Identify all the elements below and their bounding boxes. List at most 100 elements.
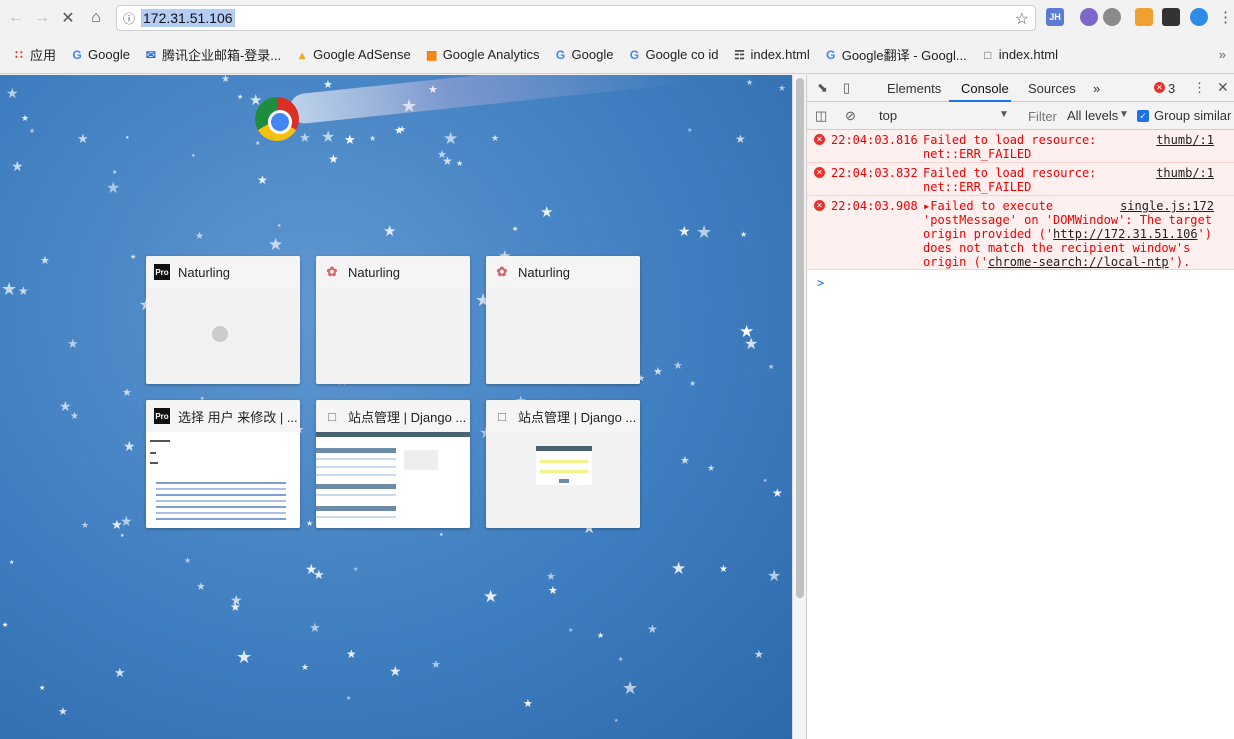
most-visited-tile[interactable]: □ 站点管理 | Django ... bbox=[486, 400, 640, 528]
error-icon: ✕ bbox=[814, 134, 825, 145]
star-decoration: ★ bbox=[323, 79, 333, 91]
extension-icon-react[interactable] bbox=[1103, 8, 1121, 26]
star-decoration: ★ bbox=[719, 564, 728, 575]
menu-kebab-icon[interactable]: ⋮ bbox=[1218, 8, 1233, 26]
loading-dot bbox=[212, 326, 228, 342]
most-visited-tile[interactable]: Pro 选择 用户 来修改 | ... bbox=[146, 400, 300, 528]
qr-code-icon[interactable] bbox=[1162, 8, 1180, 26]
console-error-message[interactable]: ✕ 22:04:03.908 ▸Failed to execute 'postM… bbox=[807, 196, 1234, 270]
star-decoration: ★ bbox=[112, 170, 118, 176]
tab-console[interactable]: Console bbox=[961, 81, 1009, 96]
back-icon[interactable]: ← bbox=[4, 6, 28, 30]
star-decoration: ★ bbox=[540, 204, 554, 221]
tile-title: 站点管理 | Django ... bbox=[348, 409, 467, 425]
star-decoration: ★ bbox=[346, 647, 357, 661]
console-error-message[interactable]: ✕ 22:04:03.816 Failed to load resource: … bbox=[807, 130, 1234, 163]
bookmark-google[interactable]: G Google bbox=[70, 47, 130, 62]
log-levels-dropdown[interactable]: All levels bbox=[1067, 108, 1118, 123]
sidebar-toggle-icon[interactable]: ◫ bbox=[815, 108, 827, 124]
origin-link[interactable]: http://172.31.51.106 bbox=[1053, 227, 1198, 241]
star-decoration: ★ bbox=[671, 559, 687, 578]
url-text[interactable]: 172.31.51.106 bbox=[141, 9, 235, 27]
star-decoration: ★ bbox=[740, 230, 748, 239]
chevron-down-icon[interactable]: ▼ bbox=[999, 109, 1009, 120]
home-icon[interactable]: ⌂ bbox=[84, 6, 108, 30]
rose-icon: ✿ bbox=[326, 264, 338, 279]
console-error-message[interactable]: ✕ 22:04:03.832 Failed to load resource: … bbox=[807, 163, 1234, 196]
star-decoration: ★ bbox=[21, 113, 30, 123]
bookmark-index-html[interactable]: ☶ index.html bbox=[732, 47, 810, 62]
star-decoration: ★ bbox=[483, 587, 499, 606]
error-icon: ✕ bbox=[814, 200, 825, 211]
star-decoration: ★ bbox=[369, 134, 377, 143]
star-decoration: ★ bbox=[439, 532, 444, 538]
star-decoration: ★ bbox=[772, 486, 783, 500]
bookmark-tencent-mail[interactable]: ✉ 腾讯企业邮箱-登录... bbox=[144, 45, 281, 64]
extension-icon-purple[interactable] bbox=[1080, 8, 1098, 26]
chevron-down-icon[interactable]: ▼ bbox=[1119, 109, 1129, 120]
extension-icon-blue[interactable] bbox=[1190, 8, 1208, 26]
star-decoration: ★ bbox=[442, 154, 453, 168]
bookmark-apps[interactable]: ∷ 应用 bbox=[12, 45, 56, 64]
more-tabs-icon[interactable]: » bbox=[1093, 81, 1100, 96]
star-decoration: ★ bbox=[696, 222, 713, 242]
message-source-link[interactable]: single.js:172 bbox=[1120, 199, 1214, 213]
star-decoration: ★ bbox=[443, 129, 459, 148]
tile-header: Pro Naturling bbox=[146, 256, 300, 288]
star-decoration: ★ bbox=[184, 556, 192, 565]
bookmark-index-html-2[interactable]: □ index.html bbox=[981, 47, 1058, 62]
inspect-element-icon[interactable]: ⬊ bbox=[817, 80, 828, 96]
clear-console-icon[interactable]: ⊘ bbox=[845, 108, 856, 124]
bookmark-analytics[interactable]: ▩ Google Analytics bbox=[425, 47, 540, 62]
page-scrollbar[interactable] bbox=[792, 75, 806, 739]
tile-header: ✿ Naturling bbox=[486, 256, 640, 288]
scrollbar-thumb[interactable] bbox=[796, 78, 804, 598]
context-selector[interactable]: top bbox=[879, 108, 897, 123]
bookmarks-bar: ∷ 应用 G Google ✉ 腾讯企业邮箱-登录... ▴ Google AdSens… bbox=[0, 36, 1234, 74]
extension-icon-orange[interactable] bbox=[1135, 8, 1153, 26]
bookmark-star-icon[interactable]: ☆ bbox=[1015, 9, 1029, 29]
most-visited-tile[interactable]: Pro Naturling bbox=[146, 256, 300, 384]
message-source-link[interactable]: thumb/:1 bbox=[1156, 133, 1214, 147]
adsense-icon: ▴ bbox=[299, 47, 306, 62]
pro-favicon-icon: Pro bbox=[154, 408, 170, 424]
message-time: 22:04:03.816 bbox=[831, 133, 918, 147]
bookmark-adsense[interactable]: ▴ Google AdSense bbox=[295, 47, 411, 62]
group-similar-checkbox[interactable]: ✓ bbox=[1137, 110, 1149, 122]
star-decoration: ★ bbox=[754, 649, 764, 661]
device-toolbar-icon[interactable]: ▯ bbox=[843, 80, 850, 96]
tile-header: □ 站点管理 | Django ... bbox=[486, 400, 640, 432]
devtools-menu-icon[interactable]: ⋮ bbox=[1193, 80, 1206, 96]
star-decoration: ★ bbox=[398, 124, 407, 134]
bookmark-google-translate[interactable]: G Google翻译 - Googl... bbox=[824, 45, 967, 64]
error-count-icon[interactable]: ✕ bbox=[1154, 82, 1165, 93]
star-decoration: ★ bbox=[255, 141, 261, 147]
most-visited-tile[interactable]: ✿ Naturling bbox=[486, 256, 640, 384]
recipient-origin-link[interactable]: chrome-search://local-ntp bbox=[988, 255, 1169, 269]
address-bar[interactable]: ⓘ 172.31.51.106 ☆ bbox=[116, 5, 1036, 31]
most-visited-tile[interactable]: ✿ Naturling bbox=[316, 256, 470, 384]
star-decoration: ★ bbox=[673, 360, 683, 372]
star-decoration: ★ bbox=[221, 75, 230, 85]
document-icon: □ bbox=[984, 47, 992, 62]
chevron-right-icon[interactable]: » bbox=[1219, 47, 1226, 62]
tab-elements[interactable]: Elements bbox=[887, 81, 941, 96]
stop-icon[interactable]: ✕ bbox=[56, 6, 80, 30]
tab-sources[interactable]: Sources bbox=[1028, 81, 1076, 96]
star-decoration: ★ bbox=[680, 455, 690, 467]
star-decoration: ★ bbox=[744, 336, 759, 353]
close-icon[interactable]: ✕ bbox=[1217, 79, 1229, 96]
message-source-link[interactable]: thumb/:1 bbox=[1156, 166, 1214, 180]
most-visited-tile[interactable]: □ 站点管理 | Django ... bbox=[316, 400, 470, 528]
star-decoration: ★ bbox=[512, 226, 519, 233]
error-count[interactable]: 3 bbox=[1168, 81, 1175, 96]
extension-jh[interactable]: JH bbox=[1046, 8, 1064, 26]
filter-input[interactable]: Filter bbox=[1028, 109, 1057, 124]
bookmark-google-2[interactable]: G Google bbox=[554, 47, 614, 62]
forward-icon[interactable]: → bbox=[30, 6, 54, 30]
bookmark-google-co-id[interactable]: G Google co id bbox=[627, 47, 719, 62]
star-decoration: ★ bbox=[111, 517, 123, 532]
info-icon[interactable]: ⓘ bbox=[117, 10, 141, 27]
console-prompt[interactable]: > bbox=[817, 276, 824, 290]
star-decoration: ★ bbox=[191, 153, 196, 159]
